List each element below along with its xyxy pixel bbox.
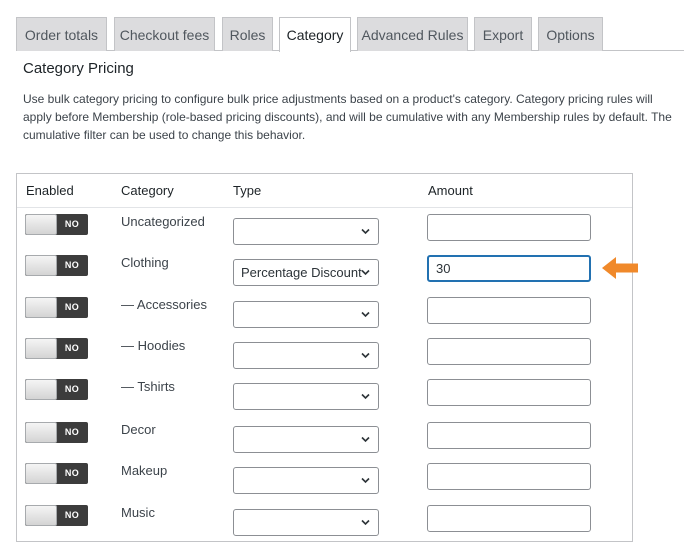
tab-export[interactable]: Export bbox=[474, 17, 532, 51]
table-row: NO Decor bbox=[17, 422, 632, 464]
tab-roles[interactable]: Roles bbox=[222, 17, 273, 51]
toggle-state-label: NO bbox=[64, 427, 79, 437]
type-select[interactable] bbox=[233, 426, 379, 453]
toggle-state-label: NO bbox=[64, 302, 79, 312]
table-row: NO Clothing Percentage Discount 30 bbox=[17, 255, 632, 297]
table-row: NO — Tshirts bbox=[17, 379, 632, 421]
category-name: — Tshirts bbox=[121, 379, 175, 394]
toggle-state-label: NO bbox=[64, 384, 79, 394]
amount-input[interactable] bbox=[427, 422, 591, 449]
callout-arrow-shape bbox=[602, 257, 638, 279]
toggle-state-label: NO bbox=[64, 260, 79, 270]
amount-input[interactable] bbox=[427, 338, 591, 365]
tab-category[interactable]: Category bbox=[279, 17, 351, 52]
tab-checkout-fees[interactable]: Checkout fees bbox=[114, 17, 215, 51]
tab-advanced-rules[interactable]: Advanced Rules bbox=[357, 17, 468, 51]
chevron-down-icon bbox=[361, 228, 370, 235]
table-row: NO Uncategorized bbox=[17, 214, 632, 256]
enabled-toggle[interactable]: NO bbox=[25, 422, 88, 443]
column-header-type: Type bbox=[233, 183, 262, 198]
category-name: Clothing bbox=[121, 255, 169, 270]
category-name: Uncategorized bbox=[121, 214, 205, 229]
amount-input[interactable] bbox=[427, 214, 591, 241]
type-select[interactable] bbox=[233, 509, 379, 536]
toggle-state-label: NO bbox=[64, 468, 79, 478]
table-row: NO — Accessories bbox=[17, 297, 632, 339]
category-name: — Hoodies bbox=[121, 338, 186, 353]
enabled-toggle[interactable]: NO bbox=[25, 463, 88, 484]
category-pricing-table: Enabled Category Type Amount NO Uncatego… bbox=[16, 173, 633, 542]
table-row: NO — Hoodies bbox=[17, 338, 632, 380]
column-header-category: Category bbox=[121, 183, 174, 198]
toggle-knob bbox=[25, 338, 57, 359]
category-name: Decor bbox=[121, 422, 156, 437]
amount-input[interactable] bbox=[427, 505, 591, 532]
toggle-knob bbox=[25, 463, 57, 484]
enabled-toggle[interactable]: NO bbox=[25, 297, 88, 318]
amount-input[interactable] bbox=[427, 463, 591, 490]
toggle-knob bbox=[25, 297, 57, 318]
column-header-enabled: Enabled bbox=[26, 183, 74, 198]
arrow-left-icon bbox=[602, 257, 638, 279]
section-title: Category Pricing bbox=[23, 60, 134, 77]
type-select[interactable] bbox=[233, 218, 379, 245]
settings-tabs: Order totals Checkout fees Roles Categor… bbox=[16, 17, 684, 52]
enabled-toggle[interactable]: NO bbox=[25, 505, 88, 526]
enabled-toggle[interactable]: NO bbox=[25, 338, 88, 359]
type-select[interactable]: Percentage Discount bbox=[233, 259, 379, 286]
enabled-toggle[interactable]: NO bbox=[25, 379, 88, 400]
table-row: NO Music bbox=[17, 505, 632, 547]
toggle-state-label: NO bbox=[64, 510, 79, 520]
amount-input[interactable]: 30 bbox=[427, 255, 591, 282]
tab-order-totals[interactable]: Order totals bbox=[16, 17, 107, 51]
chevron-down-icon bbox=[361, 269, 370, 276]
chevron-down-icon bbox=[361, 436, 370, 443]
chevron-down-icon bbox=[361, 352, 370, 359]
toggle-knob bbox=[25, 422, 57, 443]
enabled-toggle[interactable]: NO bbox=[25, 214, 88, 235]
toggle-knob bbox=[25, 214, 57, 235]
chevron-down-icon bbox=[361, 393, 370, 400]
amount-input[interactable] bbox=[427, 297, 591, 324]
category-name: — Accessories bbox=[121, 297, 207, 312]
header-divider bbox=[17, 207, 632, 208]
type-select-value: Percentage Discount bbox=[241, 265, 362, 280]
toggle-knob bbox=[25, 505, 57, 526]
table-row: NO Makeup bbox=[17, 463, 632, 505]
column-header-amount: Amount bbox=[428, 183, 473, 198]
category-name: Music bbox=[121, 505, 155, 520]
amount-input[interactable] bbox=[427, 379, 591, 406]
section-description: Use bulk category pricing to configure b… bbox=[23, 92, 672, 142]
toggle-knob bbox=[25, 255, 57, 276]
type-select[interactable] bbox=[233, 383, 379, 410]
category-name: Makeup bbox=[121, 463, 168, 478]
chevron-down-icon bbox=[361, 477, 370, 484]
tab-options[interactable]: Options bbox=[538, 17, 603, 51]
chevron-down-icon bbox=[361, 519, 370, 526]
type-select[interactable] bbox=[233, 301, 379, 328]
type-select[interactable] bbox=[233, 342, 379, 369]
toggle-knob bbox=[25, 379, 57, 400]
toggle-state-label: NO bbox=[64, 219, 79, 229]
toggle-state-label: NO bbox=[64, 343, 79, 353]
type-select[interactable] bbox=[233, 467, 379, 494]
enabled-toggle[interactable]: NO bbox=[25, 255, 88, 276]
chevron-down-icon bbox=[361, 311, 370, 318]
